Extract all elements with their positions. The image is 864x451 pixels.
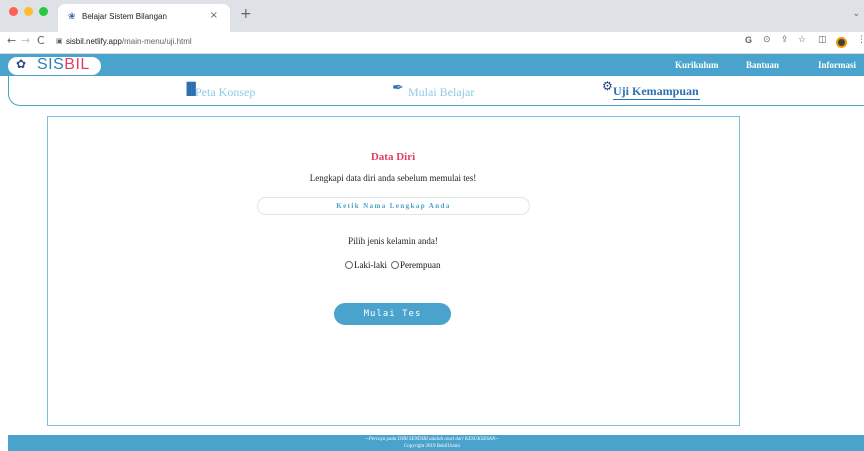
logo-text-sis: SIS xyxy=(37,56,65,73)
logo-text: SISBIL xyxy=(37,56,90,74)
logo-icon: ✿ xyxy=(16,57,27,71)
profile-avatar[interactable] xyxy=(836,37,847,48)
browser-menu-icon[interactable]: ⋮ xyxy=(857,35,864,45)
google-icon[interactable]: G xyxy=(745,35,752,45)
radio-label-perempuan[interactable]: Perempuan xyxy=(400,260,441,270)
gear-icon: ⚙ xyxy=(602,79,613,93)
lock-icon: ▣ xyxy=(56,37,63,45)
name-input[interactable] xyxy=(257,197,530,215)
site-logo[interactable]: ✿ SISBIL xyxy=(8,56,101,75)
new-tab-button[interactable]: + xyxy=(240,7,252,21)
card-title: Data Diri xyxy=(370,151,416,163)
gender-question: Pilih jenis kelamin anda! xyxy=(348,236,438,246)
logo-text-bil: BIL xyxy=(64,56,90,73)
close-window-button[interactable] xyxy=(9,7,18,16)
nav-link-bantuan[interactable]: Bantuan xyxy=(746,60,779,70)
bookmark-star-icon[interactable]: ☆ xyxy=(798,35,806,45)
radio-laki-laki[interactable] xyxy=(345,261,353,269)
minimize-window-button[interactable] xyxy=(24,7,33,16)
maximize-window-button[interactable] xyxy=(39,7,48,16)
nav-link-informasi[interactable]: Informasi xyxy=(818,60,856,70)
radio-label-laki-laki[interactable]: Laki-laki xyxy=(354,260,387,270)
back-icon[interactable]: ← xyxy=(7,34,16,47)
site-navbar xyxy=(0,54,864,76)
menu-peta-konsep[interactable]: Peta Konsep xyxy=(195,85,255,100)
url-path: /main-menu/uji.html xyxy=(121,37,192,46)
tab-search-icon[interactable]: ⌄ xyxy=(852,9,860,19)
menu-mulai-belajar[interactable]: Mulai Belajar xyxy=(408,85,474,100)
active-menu-underline xyxy=(613,99,700,100)
nav-link-kurikulum[interactable]: Kurikulum xyxy=(675,60,719,70)
browser-toolbar: ← → C ▣ sisbil.netlify.app/main-menu/uji… xyxy=(0,32,864,54)
footer-copyright: Copyright 2019 BekilUtami xyxy=(403,444,461,449)
gender-radio-group: Laki-laki Perempuan xyxy=(345,259,441,271)
footer-quote: --Percaya pada DIRI SENDIRI adalah awal … xyxy=(365,437,499,442)
browser-tab-bar: ❀ Belajar Sistem Bilangan × + ⌄ xyxy=(0,0,864,32)
feather-icon: ✒ xyxy=(392,80,404,96)
browser-tab[interactable]: ❀ Belajar Sistem Bilangan × xyxy=(58,4,230,32)
url-host: sisbil.netlify.app xyxy=(66,37,122,46)
mulai-tes-button[interactable]: Mulai Tes xyxy=(334,303,451,325)
side-panel-icon[interactable]: ◫ xyxy=(818,35,827,45)
menu-uji-kemampuan[interactable]: Uji Kemampuan xyxy=(613,84,699,99)
lens-icon[interactable]: ⊙ xyxy=(763,35,771,45)
share-icon[interactable]: ⇪ xyxy=(781,35,789,45)
radio-perempuan[interactable] xyxy=(391,261,399,269)
favicon-icon: ❀ xyxy=(68,12,76,22)
forward-icon[interactable]: → xyxy=(21,34,30,47)
tab-title: Belajar Sistem Bilangan xyxy=(82,12,167,21)
card-subtitle: Lengkapi data diri anda sebelum memulai … xyxy=(309,173,477,183)
close-tab-icon[interactable]: × xyxy=(210,10,218,21)
reload-icon[interactable]: C xyxy=(37,34,45,47)
address-bar[interactable]: sisbil.netlify.app/main-menu/uji.html xyxy=(66,37,192,46)
